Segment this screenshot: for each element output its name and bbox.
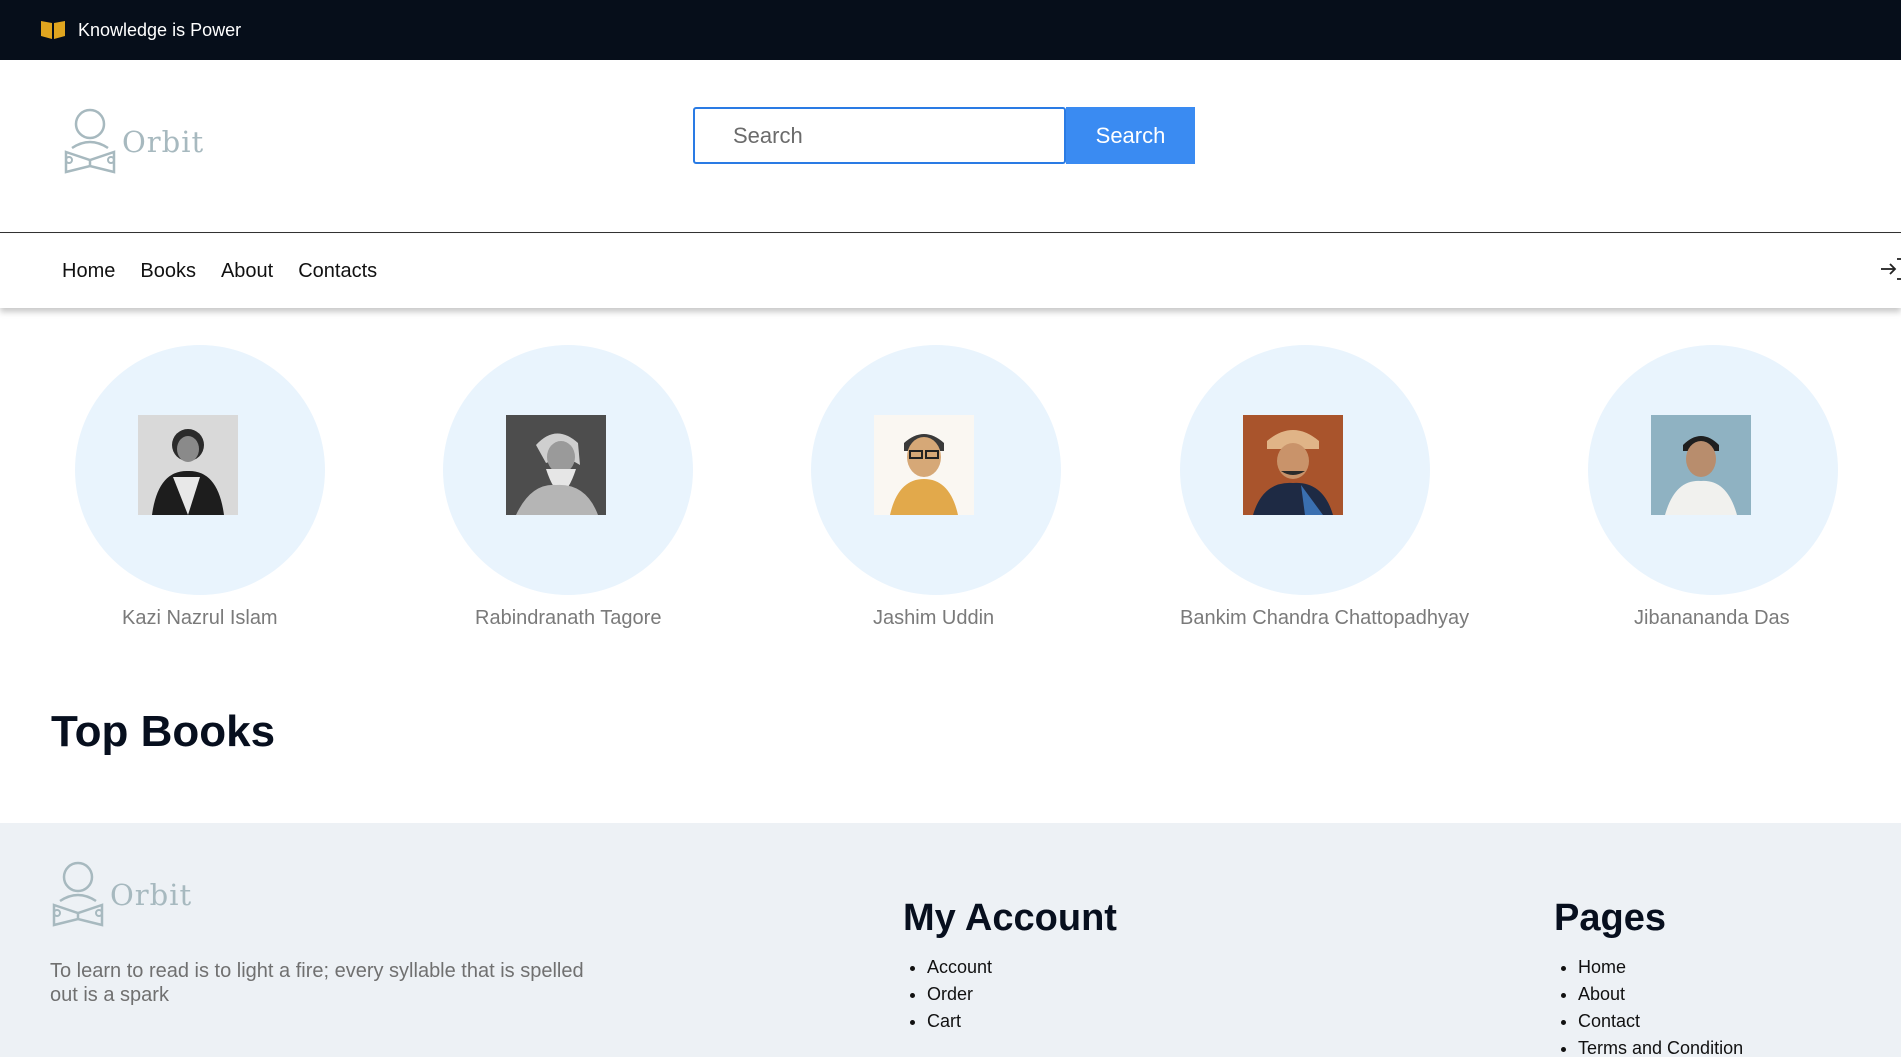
- my-account-list: Account Order Cart: [903, 954, 1117, 1035]
- nav-contacts[interactable]: Contacts: [298, 260, 377, 283]
- author-name[interactable]: Jashim Uddin: [873, 607, 994, 630]
- author-card[interactable]: Bankim Chandra Chattopadhyay: [1180, 345, 1469, 629]
- authors-carousel: Kazi Nazrul Islam Rabindranath Tagore Ja…: [0, 345, 1901, 635]
- contact-link[interactable]: Contact: [1578, 1011, 1640, 1031]
- footer-logo[interactable]: Orbit: [50, 861, 192, 929]
- about-link[interactable]: About: [1578, 984, 1625, 1004]
- author-avatar-circle: [811, 345, 1061, 595]
- logo-text: Orbit: [110, 878, 193, 912]
- author-portrait: [1243, 415, 1343, 515]
- author-portrait: [1651, 415, 1751, 515]
- nav-about[interactable]: About: [221, 260, 273, 283]
- nav-home[interactable]: Home: [62, 260, 115, 283]
- main-nav: Home Books About Contacts: [0, 234, 1901, 308]
- logo-text: Orbit: [122, 125, 205, 159]
- author-avatar-circle: [1588, 345, 1838, 595]
- list-item: About: [1578, 981, 1743, 1008]
- nav-books[interactable]: Books: [140, 260, 196, 283]
- list-item: Terms and Condition: [1578, 1035, 1743, 1062]
- pages-list: Home About Contact Terms and Condition: [1554, 954, 1743, 1062]
- author-name[interactable]: Rabindranath Tagore: [475, 607, 661, 630]
- list-item: Order: [927, 981, 1117, 1008]
- author-card[interactable]: Jashim Uddin: [811, 345, 1061, 629]
- tagline: Knowledge is Power: [78, 19, 242, 40]
- open-book-icon: [40, 19, 66, 41]
- my-account-section: My Account Account Order Cart: [903, 897, 1117, 1035]
- author-name[interactable]: Bankim Chandra Chattopadhyay: [1180, 607, 1469, 630]
- author-avatar-circle: [443, 345, 693, 595]
- reader-logo-icon: [52, 861, 104, 927]
- site-logo[interactable]: Orbit: [62, 108, 204, 176]
- login-icon[interactable]: [1879, 256, 1901, 282]
- author-portrait: [874, 415, 974, 515]
- top-books-heading: Top Books: [51, 707, 276, 756]
- header: Orbit Search: [0, 60, 1901, 233]
- author-card[interactable]: Kazi Nazrul Islam: [75, 345, 325, 629]
- author-portrait: [138, 415, 238, 515]
- search-button[interactable]: Search: [1066, 107, 1195, 164]
- author-portrait: [506, 415, 606, 515]
- author-name[interactable]: Kazi Nazrul Islam: [122, 607, 278, 630]
- search-bar: Search: [693, 107, 1195, 164]
- footer: Orbit To learn to read is to light a fir…: [0, 823, 1901, 1058]
- reader-logo-icon: [64, 108, 116, 174]
- account-link[interactable]: Account: [927, 957, 992, 977]
- author-name[interactable]: Jibanananda Das: [1634, 607, 1790, 630]
- author-card[interactable]: Rabindranath Tagore: [443, 345, 693, 629]
- footer-quote: To learn to read is to light a fire; eve…: [50, 960, 584, 1006]
- list-item: Account: [927, 954, 1117, 981]
- order-link[interactable]: Order: [927, 984, 973, 1004]
- author-card[interactable]: Jibanananda Das: [1588, 345, 1838, 629]
- list-item: Cart: [927, 1008, 1117, 1035]
- home-link[interactable]: Home: [1578, 957, 1626, 977]
- list-item: Contact: [1578, 1008, 1743, 1035]
- author-avatar-circle: [1180, 345, 1430, 595]
- my-account-title: My Account: [903, 897, 1117, 939]
- pages-title: Pages: [1554, 897, 1666, 939]
- pages-section: Pages Home About Contact Terms and Condi…: [1554, 897, 1743, 1062]
- list-item: Home: [1578, 954, 1743, 981]
- terms-link[interactable]: Terms and Condition: [1578, 1038, 1743, 1058]
- author-avatar-circle: [75, 345, 325, 595]
- top-bar: Knowledge is Power: [0, 0, 1901, 60]
- cart-link[interactable]: Cart: [927, 1011, 961, 1031]
- search-input[interactable]: [693, 107, 1066, 164]
